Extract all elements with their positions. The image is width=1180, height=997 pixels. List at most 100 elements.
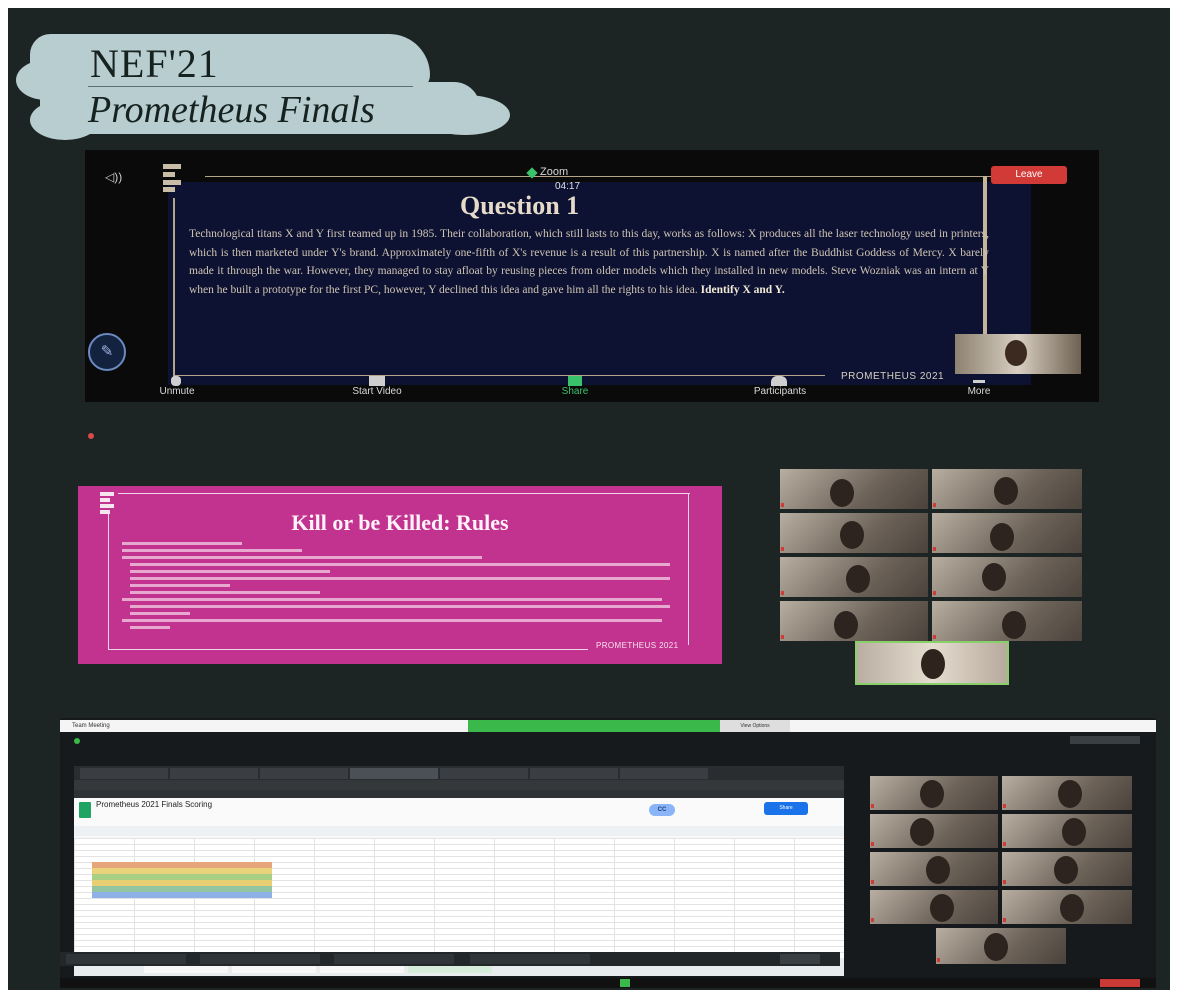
muted-mic-icon	[871, 880, 874, 884]
browser-tab[interactable]	[350, 768, 438, 779]
participant-silhouette	[1054, 856, 1078, 884]
muted-mic-icon	[933, 547, 936, 551]
unmute-button[interactable]: Unmute	[147, 386, 207, 397]
window-title: Team Meeting	[72, 723, 110, 729]
participant-silhouette	[1060, 894, 1084, 922]
browser-tab[interactable]	[170, 768, 258, 779]
zoom-meeting-window: ◁)) Zoom 04:17 Leave Question 1 Technolo…	[85, 150, 1099, 402]
question-body: Technological titans X and Y first teame…	[189, 228, 989, 296]
start-video-button[interactable]: Start Video	[335, 386, 419, 397]
share-icon[interactable]	[568, 376, 582, 386]
participant-silhouette	[984, 933, 1008, 961]
question-text: Technological titans X and Y first teame…	[189, 225, 989, 299]
muted-mic-icon	[937, 958, 940, 962]
participant-tile[interactable]	[932, 601, 1082, 641]
participant-tile[interactable]	[1002, 776, 1132, 810]
participant-silhouette	[840, 521, 864, 549]
browser-tab[interactable]	[260, 768, 348, 779]
slide-border-top	[118, 493, 690, 494]
participant-tile[interactable]	[780, 601, 928, 641]
more-button[interactable]: More	[955, 386, 1003, 397]
participant-video-grid	[780, 469, 1084, 643]
taskbar-item[interactable]	[66, 954, 186, 964]
slide-border-bottom	[108, 649, 588, 650]
share-icon[interactable]	[620, 979, 630, 987]
bookmarks-bar	[74, 790, 844, 798]
participant-tile[interactable]	[780, 557, 928, 597]
participant-tile[interactable]	[932, 469, 1082, 509]
muted-mic-icon	[871, 804, 874, 808]
title-divider	[88, 86, 413, 87]
video-icon[interactable]	[369, 376, 385, 386]
formatting-toolbar[interactable]	[74, 826, 844, 836]
address-bar[interactable]	[74, 780, 844, 790]
mic-icon[interactable]	[171, 376, 181, 386]
active-speaker-tile[interactable]	[855, 641, 1009, 685]
participant-tile[interactable]	[1002, 814, 1132, 848]
zoom-app-label[interactable]: Zoom	[540, 166, 568, 178]
participant-tile[interactable]	[870, 776, 998, 810]
taskbar-item[interactable]	[470, 954, 590, 964]
slide-logo-icon	[163, 164, 181, 192]
spreadsheet-grid[interactable]	[74, 838, 844, 958]
browser-tab[interactable]	[620, 768, 708, 779]
participants-button[interactable]: Participants	[735, 386, 825, 397]
browser-tab[interactable]	[80, 768, 168, 779]
participant-silhouette	[1062, 818, 1086, 846]
muted-mic-icon	[933, 503, 936, 507]
leave-button[interactable]: Leave	[991, 166, 1067, 184]
muted-mic-icon	[1003, 918, 1006, 922]
zoom-bottom-bar	[60, 978, 1156, 988]
spreadsheet-header: Prometheus 2021 Finals Scoring CC Share	[74, 798, 844, 827]
slide-border-left	[173, 198, 175, 378]
participant-tile[interactable]	[936, 928, 1066, 964]
muted-mic-icon	[1003, 880, 1006, 884]
participant-silhouette	[1005, 340, 1027, 366]
participant-tile[interactable]	[780, 513, 928, 553]
rules-body-blurred	[122, 540, 682, 638]
slide-border-top	[205, 176, 995, 177]
muted-mic-icon	[781, 547, 784, 551]
slide-watermark: PROMETHEUS 2021	[596, 641, 679, 650]
collaborators-badge[interactable]: CC	[649, 804, 675, 816]
muted-mic-icon	[933, 591, 936, 595]
taskbar-item[interactable]	[200, 954, 320, 964]
participant-tile[interactable]	[932, 513, 1082, 553]
participant-tile[interactable]	[780, 469, 928, 509]
taskbar-item[interactable]	[334, 954, 454, 964]
score-row[interactable]	[92, 892, 272, 898]
speaker-icon[interactable]: ◁))	[105, 170, 122, 184]
participant-video-grid-secondary	[870, 776, 1132, 966]
muted-mic-icon	[781, 635, 784, 639]
view-options-button[interactable]: View Options	[720, 720, 790, 732]
participant-tile[interactable]	[1002, 890, 1132, 924]
muted-mic-icon	[1003, 804, 1006, 808]
participant-tile[interactable]	[1002, 852, 1132, 886]
toolbar-right-buttons[interactable]	[1070, 736, 1140, 744]
speaker-video-thumbnail[interactable]	[955, 334, 1081, 374]
participants-icon[interactable]	[771, 376, 787, 386]
browser-tab-strip	[74, 766, 844, 780]
participant-tile[interactable]	[870, 814, 998, 848]
spreadsheet-title[interactable]: Prometheus 2021 Finals Scoring	[96, 800, 212, 809]
taskbar-show-all[interactable]	[780, 954, 820, 964]
participant-silhouette	[1058, 780, 1082, 808]
pencil-icon[interactable]: ✎	[88, 333, 126, 371]
rules-title: Kill or be Killed: Rules	[291, 510, 509, 535]
participant-silhouette	[846, 565, 870, 593]
share-button[interactable]: Share	[547, 386, 603, 397]
participant-tile[interactable]	[870, 852, 998, 886]
screen-share-banner[interactable]	[468, 720, 720, 732]
sheets-logo-icon	[79, 802, 91, 818]
participant-tile[interactable]	[870, 890, 998, 924]
leave-button[interactable]	[1100, 979, 1140, 987]
browser-tab[interactable]	[440, 768, 528, 779]
participant-silhouette	[930, 894, 954, 922]
browser-tab[interactable]	[530, 768, 618, 779]
taskbar	[60, 952, 840, 966]
share-button[interactable]: Share	[764, 802, 808, 815]
page-title: NEF'21	[90, 41, 219, 86]
title-cloud-puff	[16, 60, 76, 100]
participant-tile[interactable]	[932, 557, 1082, 597]
more-icon[interactable]	[973, 380, 985, 383]
